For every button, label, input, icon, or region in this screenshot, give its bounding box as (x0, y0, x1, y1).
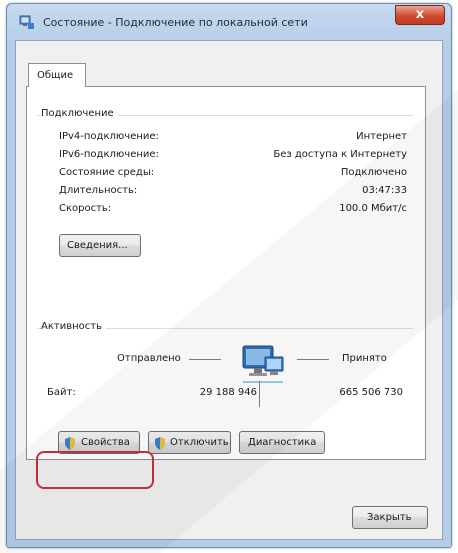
details-button[interactable]: Сведения... (59, 234, 141, 257)
tab-general-label: Общие (37, 70, 74, 81)
speed-value: 100.0 Мбит/с (339, 203, 407, 214)
received-line (297, 359, 329, 360)
shield-icon (155, 437, 165, 450)
bytes-divider (259, 381, 260, 407)
close-icon: x (415, 7, 425, 22)
details-button-label: Сведения... (67, 240, 128, 251)
diagnose-button-label: Диагностика (248, 437, 317, 448)
close-button[interactable]: Закрыть (352, 506, 428, 529)
ipv4-value: Интернет (356, 131, 407, 142)
media-state-label: Состояние среды: (59, 167, 155, 178)
bytes-label: Байт: (47, 387, 80, 398)
activity-group-label: Активность (41, 321, 106, 332)
ipv6-value: Без доступа к Интернету (273, 149, 407, 160)
duration-label: Длительность: (59, 185, 138, 196)
bytes-received-value: 665 506 730 (339, 387, 403, 398)
media-state-value: Подключено (340, 167, 407, 178)
disable-button[interactable]: Отключить (148, 431, 231, 454)
disable-button-label: Отключить (170, 437, 229, 448)
diagnose-button[interactable]: Диагностика (239, 431, 325, 454)
close-button-label: Закрыть (367, 512, 412, 523)
sent-label: Отправлено (117, 353, 181, 364)
connection-group-label: Подключение (41, 108, 118, 119)
network-activity-icon (242, 345, 284, 383)
sent-line (189, 359, 221, 360)
duration-value: 03:47:33 (362, 185, 407, 196)
tab-panel: Подключение IPv4-подключение: Интернет I… (26, 86, 426, 460)
speed-label: Скорость: (59, 203, 112, 214)
ipv4-label: IPv4-подключение: (59, 131, 159, 142)
shield-icon (65, 437, 75, 450)
properties-button-label: Свойства (81, 437, 130, 448)
bytes-sent-value: 29 188 946 (199, 387, 257, 398)
tab-general[interactable]: Общие (28, 63, 86, 87)
ipv6-label: IPv6-подключение: (59, 149, 159, 160)
window-close-button[interactable]: x (395, 5, 445, 25)
network-icon (19, 15, 34, 29)
properties-highlight (36, 451, 154, 489)
title-bar[interactable]: Состояние - Подключение по локальной сет… (7, 4, 451, 40)
window-title: Состояние - Подключение по локальной сет… (43, 16, 308, 29)
received-label: Принято (342, 353, 387, 364)
